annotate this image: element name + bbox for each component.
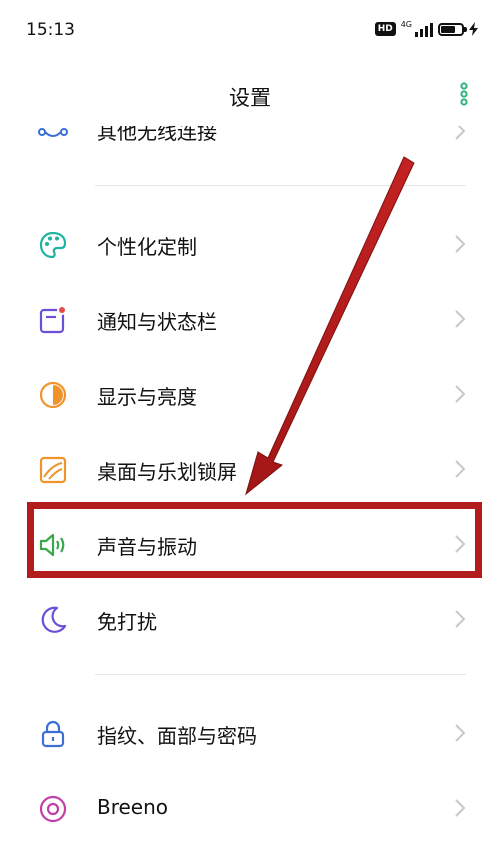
settings-item-label: 个性化定制 xyxy=(97,235,197,259)
hd-icon: HD xyxy=(374,22,396,36)
breeno-icon xyxy=(39,795,67,823)
moon-icon xyxy=(41,606,67,633)
settings-item-breeno[interactable]: Breeno xyxy=(0,770,500,844)
settings-item-label: 免打扰 xyxy=(97,610,157,634)
section-divider xyxy=(95,674,466,675)
chevron-right-icon xyxy=(455,385,466,403)
settings-item-notifications[interactable]: 通知与状态栏 xyxy=(0,281,500,355)
wallpaper-icon xyxy=(39,456,67,484)
chevron-right-icon xyxy=(455,799,466,817)
section-divider xyxy=(95,185,466,186)
settings-item-personalize[interactable]: 个性化定制 xyxy=(0,206,500,280)
lock-icon xyxy=(41,720,65,748)
status-bar: 15:13 HD 4G xyxy=(0,0,500,62)
status-time: 15:13 xyxy=(26,20,75,40)
palette-icon xyxy=(39,231,67,259)
settings-item-label: 显示与亮度 xyxy=(97,385,197,409)
settings-item-do-not-disturb[interactable]: 免打扰 xyxy=(0,581,500,655)
chevron-right-icon xyxy=(455,724,466,742)
chevron-right-icon xyxy=(455,460,466,478)
page-header: 设置 xyxy=(0,62,500,126)
page-title: 设置 xyxy=(229,86,271,110)
chevron-right-icon xyxy=(455,610,466,628)
more-options-icon[interactable] xyxy=(458,82,470,106)
settings-item-label: 桌面与乐划锁屏 xyxy=(97,460,237,484)
connections-icon xyxy=(38,128,68,137)
brightness-icon xyxy=(39,381,67,409)
signal-icon: 4G xyxy=(401,21,433,37)
notification-icon xyxy=(39,305,67,334)
chevron-right-icon xyxy=(455,235,466,253)
settings-item-security[interactable]: 指纹、面部与密码 xyxy=(0,695,500,769)
settings-item-label: 通知与状态栏 xyxy=(97,310,217,334)
chevron-right-icon xyxy=(455,310,466,328)
settings-item-label: 其他无线连接 xyxy=(97,126,217,144)
battery-icon xyxy=(438,22,467,36)
chevron-right-icon xyxy=(455,126,466,140)
network-type-label: 4G xyxy=(400,20,412,29)
annotation-highlight-box xyxy=(27,502,482,578)
charging-icon xyxy=(469,22,478,36)
settings-item-display[interactable]: 显示与亮度 xyxy=(0,356,500,430)
settings-item-home-screen[interactable]: 桌面与乐划锁屏 xyxy=(0,431,500,505)
settings-item-label: Breeno xyxy=(97,795,169,819)
settings-item-other-wireless[interactable]: 其他无线连接 xyxy=(0,126,500,146)
status-icons: HD 4G xyxy=(374,21,478,37)
settings-item-label: 指纹、面部与密码 xyxy=(97,724,257,748)
